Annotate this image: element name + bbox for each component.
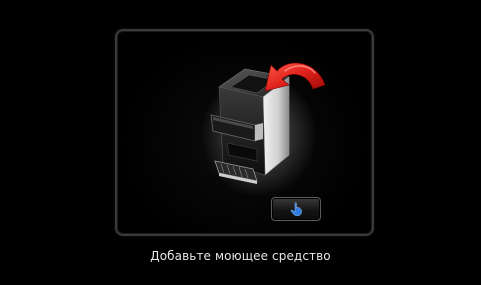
screen: Добавьте моющее средство — [0, 0, 481, 285]
illustration-panel — [115, 29, 374, 236]
instruction-text: Добавьте моющее средство — [150, 249, 331, 263]
confirm-button[interactable] — [271, 197, 321, 221]
coffee-machine-illustration — [201, 62, 326, 197]
hand-press-icon — [290, 202, 302, 216]
